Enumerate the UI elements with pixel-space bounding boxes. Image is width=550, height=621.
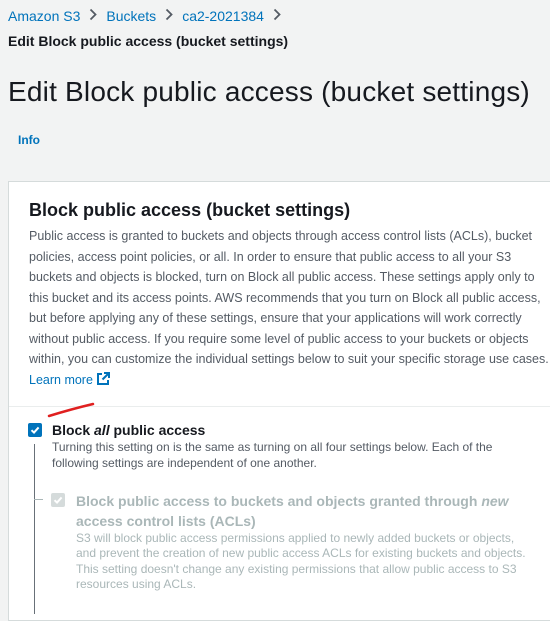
breadcrumb-amazon-s3[interactable]: Amazon S3 <box>8 8 80 24</box>
block-all-public-access-description: Turning this setting on is the same as t… <box>52 440 493 470</box>
check-icon <box>53 496 63 505</box>
breadcrumb: Amazon S3 Buckets ca2-2021384 <box>8 8 290 24</box>
label-suffix: access control lists (ACLs) <box>76 513 256 529</box>
block-all-public-access-checkbox[interactable] <box>28 423 42 437</box>
label-emphasis: new <box>481 493 509 509</box>
block-all-public-access-label[interactable]: Block all public access <box>52 422 205 438</box>
panel-title: Block public access (bucket settings) <box>29 200 351 220</box>
block-new-acls-label: Block public access to buckets and objec… <box>76 491 526 531</box>
info-link[interactable]: Info <box>18 133 40 147</box>
label-suffix: public access <box>109 422 206 438</box>
chevron-right-icon <box>165 8 173 24</box>
panel-header: Block public access (bucket settings) Pu… <box>9 182 550 407</box>
tree-connector-line <box>34 444 35 614</box>
chevron-right-icon <box>273 8 281 24</box>
page-title: Edit Block public access (bucket setting… <box>8 76 530 107</box>
breadcrumb-buckets[interactable]: Buckets <box>106 8 156 24</box>
learn-more-link[interactable]: Learn more <box>29 371 110 387</box>
check-icon <box>30 426 40 435</box>
chevron-right-icon <box>89 8 98 24</box>
red-annotation-mark <box>47 402 95 418</box>
block-new-acls-checkbox <box>51 493 65 507</box>
tree-branch-line <box>34 499 43 500</box>
learn-more-label: Learn more <box>29 372 93 387</box>
breadcrumb-current: Edit Block public access (bucket setting… <box>8 33 289 49</box>
external-link-icon <box>96 371 110 393</box>
breadcrumb-bucket-name[interactable]: ca2-2021384 <box>182 8 264 24</box>
panel-description: Public access is granted to buckets and … <box>29 226 549 392</box>
label-emphasis: all <box>94 422 110 438</box>
label-prefix: Block public access to buckets and objec… <box>76 493 482 509</box>
block-new-acls-description: S3 will block public access permissions … <box>76 531 526 591</box>
panel-description-text: Public access is granted to buckets and … <box>29 229 549 366</box>
label-prefix: Block <box>52 422 95 438</box>
